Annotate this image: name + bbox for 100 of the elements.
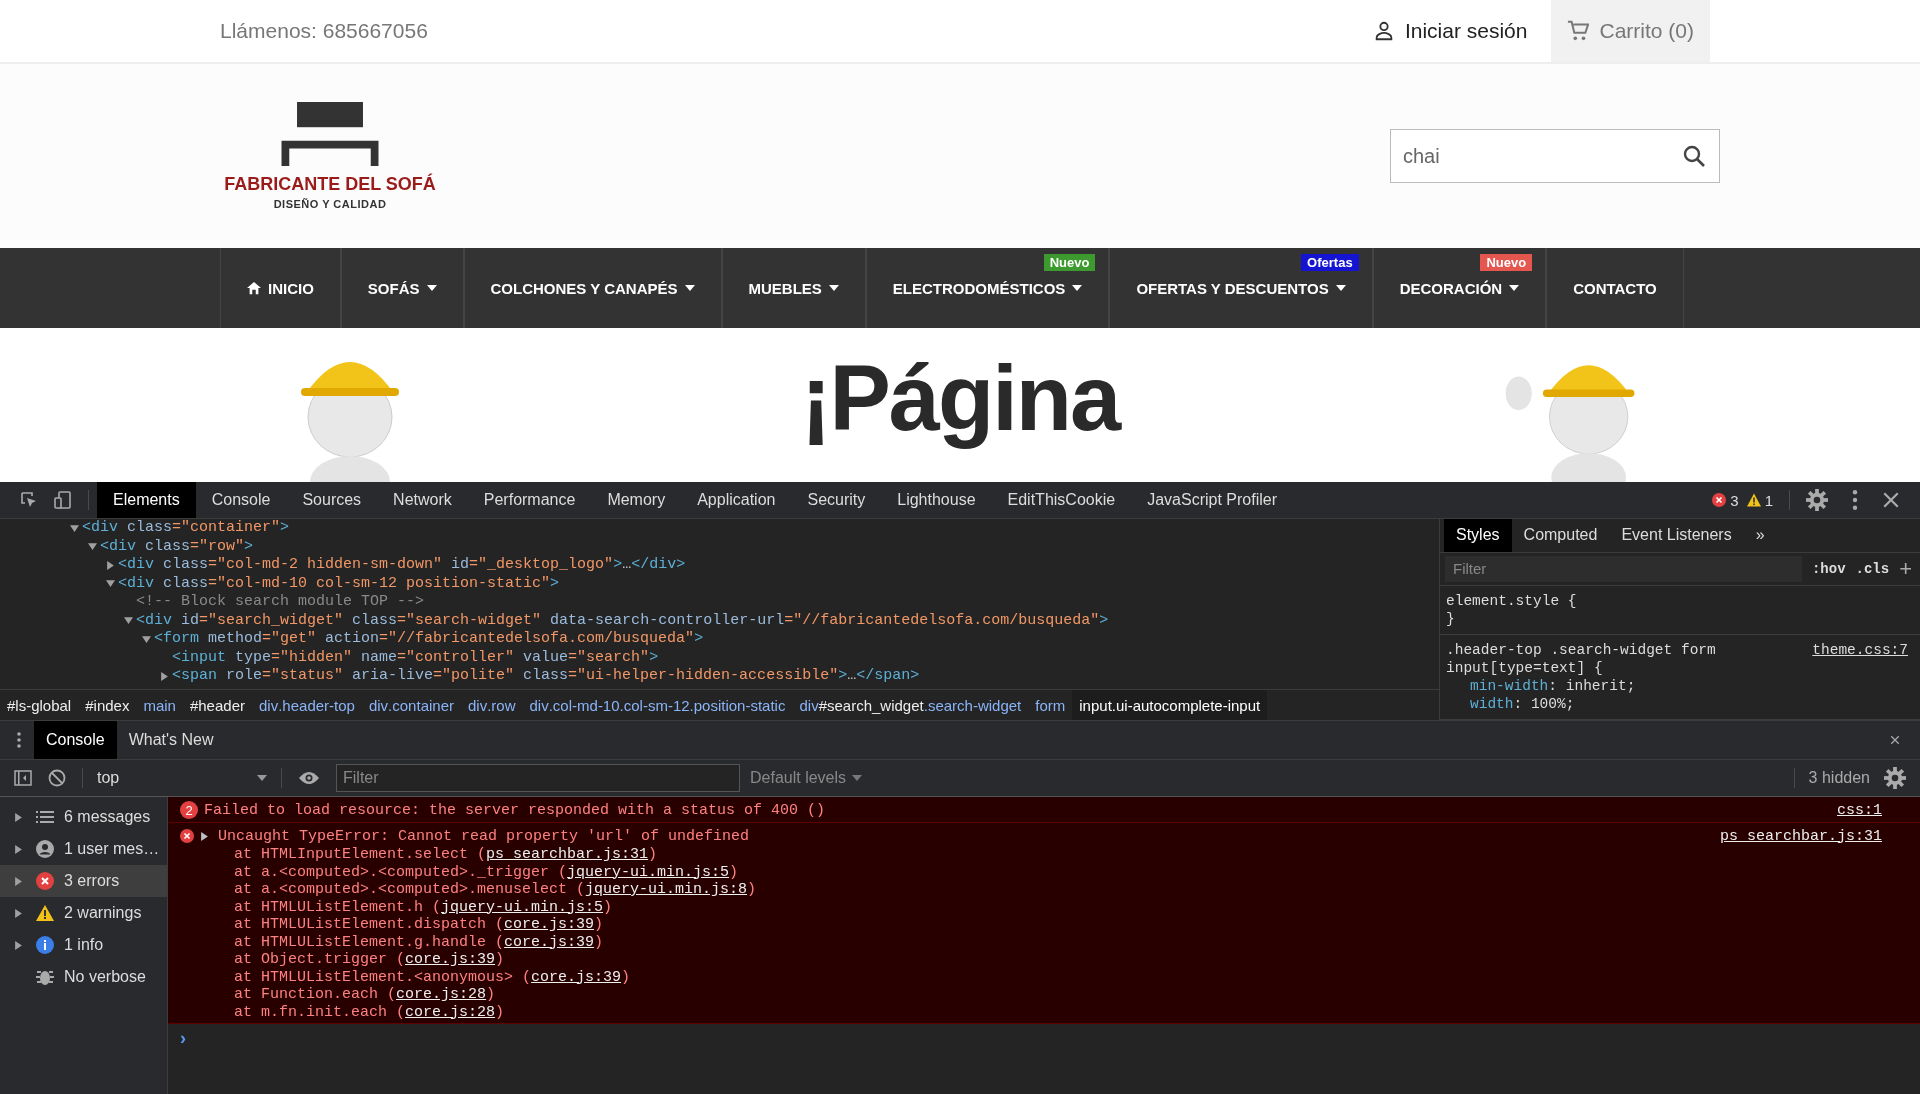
devtools-tab[interactable]: Application bbox=[681, 482, 792, 518]
drawer-tab[interactable]: What's New bbox=[116, 721, 226, 759]
error-icon bbox=[1712, 493, 1727, 507]
devtools-tab[interactable]: Security bbox=[791, 482, 882, 518]
expand-triangle-icon[interactable] bbox=[106, 560, 115, 570]
source-link[interactable]: jquery-ui.min.js:5 bbox=[567, 863, 730, 881]
breadcrumb-item[interactable]: div.header-top bbox=[252, 690, 362, 720]
expand-triangle-icon[interactable] bbox=[14, 844, 23, 854]
breadcrumb-item[interactable]: form bbox=[1028, 690, 1073, 720]
console-prompt[interactable]: › bbox=[180, 1028, 186, 1048]
styles-tab[interactable]: Computed bbox=[1511, 519, 1610, 552]
breadcrumb-item[interactable]: div.container bbox=[361, 690, 461, 720]
expand-triangle-icon[interactable] bbox=[200, 831, 209, 841]
context-dropdown[interactable]: top bbox=[91, 769, 273, 787]
devtools-tab[interactable]: Performance bbox=[467, 482, 592, 518]
close-icon[interactable] bbox=[1882, 491, 1900, 509]
expand-triangle-icon[interactable] bbox=[14, 908, 23, 918]
expand-triangle-icon[interactable] bbox=[14, 940, 23, 950]
breadcrumb-item[interactable]: div.col-md-10.col-sm-12.position-static bbox=[522, 690, 793, 720]
source-link[interactable]: ps_searchbar.js:31 bbox=[1719, 827, 1882, 845]
breadcrumb-item[interactable]: input.ui-autocomplete-input bbox=[1072, 690, 1268, 720]
breadcrumb-item[interactable]: #index bbox=[78, 690, 137, 720]
breadcrumb-item[interactable]: #ls-global bbox=[0, 690, 79, 720]
clear-console-icon[interactable] bbox=[48, 769, 66, 787]
source-link[interactable]: jquery-ui.min.js:5 bbox=[441, 898, 604, 916]
source-link[interactable]: jquery-ui.min.js:8 bbox=[585, 881, 748, 898]
devtools-tab[interactable]: EditThisCookie bbox=[991, 482, 1132, 518]
styles-toggle-button[interactable]: :hov bbox=[1811, 560, 1846, 577]
search-icon[interactable] bbox=[1682, 144, 1706, 168]
inspect-icon[interactable] bbox=[20, 491, 38, 509]
expand-triangle-icon[interactable] bbox=[88, 542, 97, 552]
home-icon bbox=[247, 281, 261, 295]
devtools-tab[interactable]: Lighthouse bbox=[881, 482, 992, 518]
warning-count[interactable]: 1 bbox=[1764, 491, 1773, 509]
more-tabs-button[interactable]: » bbox=[1743, 519, 1777, 552]
dom-node-line[interactable]: <div id="search_widget" class="search-widget" data-search-controller-url="//fabricantedelsofa.com/busqueda"> bbox=[0, 611, 1439, 630]
dom-node-line[interactable]: <!-- Block search module TOP --> bbox=[0, 593, 1439, 612]
info-icon bbox=[36, 936, 54, 954]
styles-toggle-button[interactable]: .cls bbox=[1855, 560, 1890, 577]
stack-frame: at HTMLUListElement.g.handle (core.js:39) bbox=[180, 933, 1882, 951]
dom-node-line[interactable]: <form method="get" action="//fabricantedelsofa.com/busqueda"> bbox=[0, 630, 1439, 649]
source-link[interactable]: core.js:28 bbox=[405, 1003, 496, 1021]
source-link[interactable]: core.js:39 bbox=[531, 968, 622, 986]
styles-filter-field[interactable]: Filter bbox=[1445, 555, 1802, 582]
sidebar-toggle-icon[interactable] bbox=[14, 769, 32, 787]
source-link[interactable]: core.js:39 bbox=[504, 933, 595, 951]
source-link[interactable]: core.js:28 bbox=[396, 986, 487, 1003]
dom-node-line[interactable]: <input type="hidden" name="controller" value="search"> bbox=[0, 648, 1439, 667]
settings-icon[interactable] bbox=[1806, 489, 1828, 511]
search-field[interactable]: chai bbox=[1390, 129, 1720, 183]
expand-triangle-icon[interactable] bbox=[160, 671, 169, 681]
settings-icon[interactable] bbox=[1884, 767, 1906, 789]
dom-node-line[interactable]: <span role="status" aria-live="polite" class="ui-helper-hidden-accessible">…</span> bbox=[0, 667, 1439, 686]
devtools-tab[interactable]: Sources bbox=[286, 482, 378, 518]
console-sidebar-item[interactable]: 2 warnings bbox=[0, 897, 167, 929]
console-sidebar-item[interactable]: 1 user mes… bbox=[0, 833, 167, 865]
expand-triangle-icon[interactable] bbox=[106, 579, 115, 589]
console-sidebar-item[interactable]: 1 info bbox=[0, 929, 167, 961]
expand-triangle-icon[interactable] bbox=[124, 616, 133, 626]
source-link[interactable]: theme.css:7 bbox=[1812, 641, 1908, 677]
log-levels-dropdown[interactable]: Default levels bbox=[750, 769, 863, 787]
device-toolbar-icon[interactable] bbox=[54, 491, 72, 509]
dom-node-line[interactable]: <div class="col-md-2 hidden-sm-down" id="_desktop_logo">…</div> bbox=[0, 556, 1439, 575]
console-sidebar-item[interactable]: 3 errors bbox=[0, 865, 167, 897]
devtools-tab[interactable]: Network bbox=[377, 482, 468, 518]
breadcrumb-item[interactable]: main bbox=[136, 690, 183, 720]
breadcrumb-item[interactable]: div#search_widget.search-widget bbox=[792, 690, 1029, 720]
stack-frame: at HTMLUListElement.dispatch (core.js:39) bbox=[180, 916, 1882, 934]
login-link[interactable]: Iniciar sesión bbox=[1372, 19, 1528, 43]
source-link[interactable]: core.js:39 bbox=[504, 916, 595, 933]
error-count[interactable]: 3 bbox=[1730, 491, 1739, 509]
expand-triangle-icon[interactable] bbox=[14, 812, 23, 822]
console-sidebar-item[interactable]: No verbose bbox=[0, 961, 167, 993]
source-link[interactable]: ps_searchbar.js:31 bbox=[486, 846, 649, 863]
more-options-icon[interactable] bbox=[14, 731, 24, 749]
devtools-tab[interactable]: Elements bbox=[97, 482, 196, 518]
cart-link[interactable]: Carrito (0) bbox=[1551, 0, 1710, 62]
expand-triangle-icon[interactable] bbox=[142, 634, 151, 644]
dom-node-line[interactable]: <div class="row"> bbox=[0, 537, 1439, 556]
devtools-tab[interactable]: Console bbox=[195, 482, 287, 518]
devtools-tab[interactable]: JavaScript Profiler bbox=[1131, 482, 1293, 518]
list-icon bbox=[36, 808, 54, 826]
devtools-tab[interactable]: Memory bbox=[591, 482, 682, 518]
breadcrumb-item[interactable]: div.row bbox=[461, 690, 523, 720]
source-link[interactable]: core.js:39 bbox=[405, 951, 496, 968]
bug-icon bbox=[36, 968, 54, 986]
dom-node-line[interactable]: <div class="container"> bbox=[0, 519, 1439, 538]
logo-title: FABRICANTE DEL SOFÁ bbox=[224, 174, 436, 195]
styles-tab[interactable]: Event Listeners bbox=[1609, 519, 1744, 552]
source-link[interactable]: css:1 bbox=[1837, 801, 1882, 819]
breadcrumb-item[interactable]: #header bbox=[182, 690, 252, 720]
drawer-tab[interactable]: Console bbox=[34, 721, 117, 759]
console-filter-field[interactable]: Filter bbox=[336, 764, 740, 792]
dom-node-line[interactable]: <div class="col-md-10 col-sm-12 position-static"> bbox=[0, 574, 1439, 593]
new-rule-button[interactable]: + bbox=[1899, 555, 1912, 582]
css-selector: .header-top .search-widget form input[type=text] { bbox=[1446, 641, 1717, 677]
css-property: width: 100%; bbox=[1469, 695, 1575, 713]
styles-tab[interactable]: Styles bbox=[1444, 519, 1512, 552]
console-sidebar-item[interactable]: 6 messages bbox=[0, 801, 167, 833]
expand-triangle-icon[interactable] bbox=[70, 523, 79, 533]
